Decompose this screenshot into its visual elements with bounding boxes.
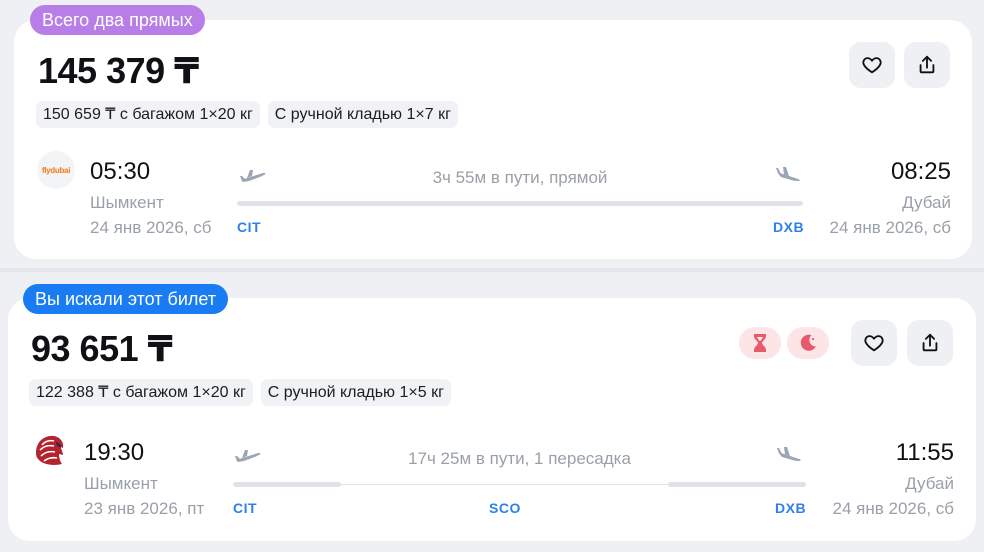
favorite-button[interactable] bbox=[849, 42, 895, 88]
route-bar-first-leg bbox=[233, 482, 341, 487]
night-flight-tag[interactable] bbox=[787, 327, 829, 359]
favorite-button[interactable] bbox=[851, 320, 897, 366]
long-layover-tag[interactable] bbox=[739, 327, 781, 359]
landing-plane-icon bbox=[776, 167, 800, 181]
departure-city: Шымкент bbox=[84, 474, 158, 493]
landing-plane-icon bbox=[777, 447, 801, 461]
destination-code: DXB bbox=[775, 500, 807, 516]
share-button[interactable] bbox=[904, 42, 950, 88]
airline-logo bbox=[30, 431, 68, 469]
share-button[interactable] bbox=[907, 320, 953, 366]
route-bar bbox=[237, 201, 803, 206]
route-bar-second-leg bbox=[668, 482, 806, 487]
departure-date: 23 янв 2026, пт bbox=[84, 499, 205, 518]
card-divider bbox=[0, 268, 984, 272]
layover-code: SCO bbox=[489, 500, 521, 516]
airline-logo-text: flydubai bbox=[41, 165, 71, 175]
share-icon bbox=[922, 333, 938, 352]
arrival-date: 24 янв 2026, сб bbox=[829, 218, 951, 237]
origin-code: CIT bbox=[233, 500, 258, 516]
origin-code: CIT bbox=[237, 219, 262, 235]
baggage-price-chip[interactable]: 150 659 ₸ с багажом 1×20 кг bbox=[36, 101, 260, 128]
arrival-date: 24 янв 2026, сб bbox=[832, 499, 954, 518]
airline-logo: flydubai bbox=[37, 151, 75, 189]
price-chips: 122 388 ₸ с багажом 1×20 кг С ручной кла… bbox=[29, 379, 451, 406]
flight-duration: 3ч 55м в пути, прямой bbox=[432, 168, 608, 187]
departure-time: 05:30 bbox=[90, 158, 151, 185]
hand-luggage-chip[interactable]: С ручной кладью 1×5 кг bbox=[260, 379, 451, 406]
share-icon bbox=[919, 55, 935, 74]
departure-city: Шымкент bbox=[90, 193, 164, 212]
arrival-time: 11:55 bbox=[895, 439, 954, 466]
hourglass-icon bbox=[754, 334, 766, 352]
moon-icon bbox=[800, 334, 816, 351]
destination-code: DXB bbox=[773, 219, 805, 235]
heart-icon bbox=[864, 335, 884, 352]
searched-ticket-badge: Вы искали этот билет bbox=[23, 284, 229, 314]
flight-duration: 17ч 25м в пути, 1 пересадка bbox=[408, 449, 631, 468]
layover-line bbox=[341, 484, 668, 485]
ticket-price: 93 651 ₸ bbox=[31, 328, 173, 369]
ticket-card[interactable]: 93 651 ₸ 122 388 ₸ с багажом 1×20 кг С р… bbox=[8, 298, 976, 541]
direct-flights-badge: Всего два прямых bbox=[30, 5, 205, 35]
arrival-city: Дубай bbox=[905, 474, 954, 493]
ticket-price: 145 379 ₸ bbox=[38, 50, 199, 91]
baggage-price-chip[interactable]: 122 388 ₸ с багажом 1×20 кг bbox=[29, 379, 253, 406]
airline-lion-logo-icon bbox=[36, 435, 64, 465]
arrival-city: Дубай bbox=[902, 193, 951, 212]
heart-icon bbox=[862, 57, 882, 74]
departure-time: 19:30 bbox=[84, 439, 145, 466]
price-chips: 150 659 ₸ с багажом 1×20 кг С ручной кла… bbox=[36, 101, 458, 128]
hand-luggage-chip[interactable]: С ручной кладью 1×7 кг bbox=[267, 101, 458, 128]
departure-date: 24 янв 2026, сб bbox=[90, 218, 212, 237]
ticket-card[interactable]: 145 379 ₸ 150 659 ₸ с багажом 1×20 кг С … bbox=[14, 20, 972, 259]
arrival-time: 08:25 bbox=[890, 158, 951, 185]
